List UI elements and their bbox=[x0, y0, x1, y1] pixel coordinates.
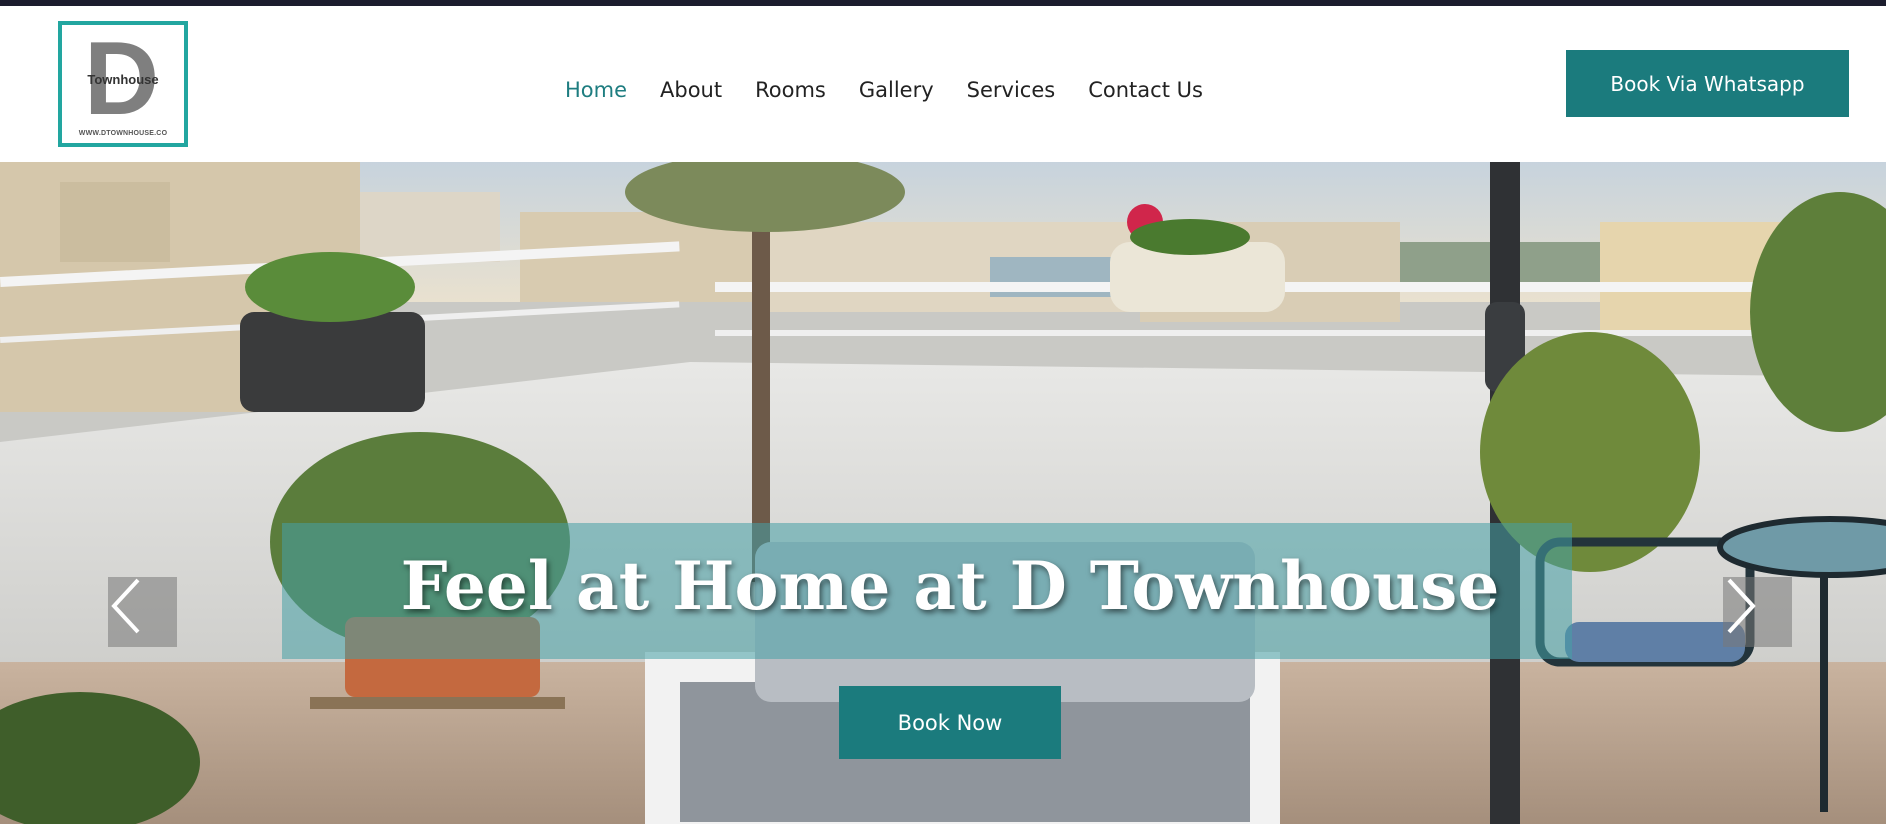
nav-contact-us[interactable]: Contact Us bbox=[1088, 78, 1203, 102]
slider-next-button[interactable] bbox=[1723, 577, 1792, 647]
nav-home[interactable]: Home bbox=[565, 78, 627, 102]
chevron-left-icon bbox=[111, 578, 140, 634]
book-via-whatsapp-button[interactable]: Book Via Whatsapp bbox=[1566, 50, 1849, 117]
hero-slider: Feel at Home at D Townhouse Book Now bbox=[0, 162, 1886, 824]
logo-url: WWW.DTOWNHOUSE.CO bbox=[78, 130, 168, 137]
slider-prev-button[interactable] bbox=[108, 577, 177, 647]
hero-headline: Feel at Home at D Townhouse bbox=[400, 547, 1500, 625]
chevron-right-icon bbox=[1727, 578, 1756, 634]
site-header: D Townhouse WWW.DTOWNHOUSE.CO Home About… bbox=[0, 6, 1886, 162]
book-now-button[interactable]: Book Now bbox=[839, 686, 1061, 759]
site-logo[interactable]: D Townhouse WWW.DTOWNHOUSE.CO bbox=[58, 21, 188, 147]
nav-rooms[interactable]: Rooms bbox=[755, 78, 826, 102]
logo-wordmark: Townhouse bbox=[87, 72, 159, 87]
nav-services[interactable]: Services bbox=[967, 78, 1056, 102]
main-nav: Home About Rooms Gallery Services Contac… bbox=[565, 70, 1236, 110]
nav-gallery[interactable]: Gallery bbox=[859, 78, 934, 102]
nav-about[interactable]: About bbox=[660, 78, 722, 102]
